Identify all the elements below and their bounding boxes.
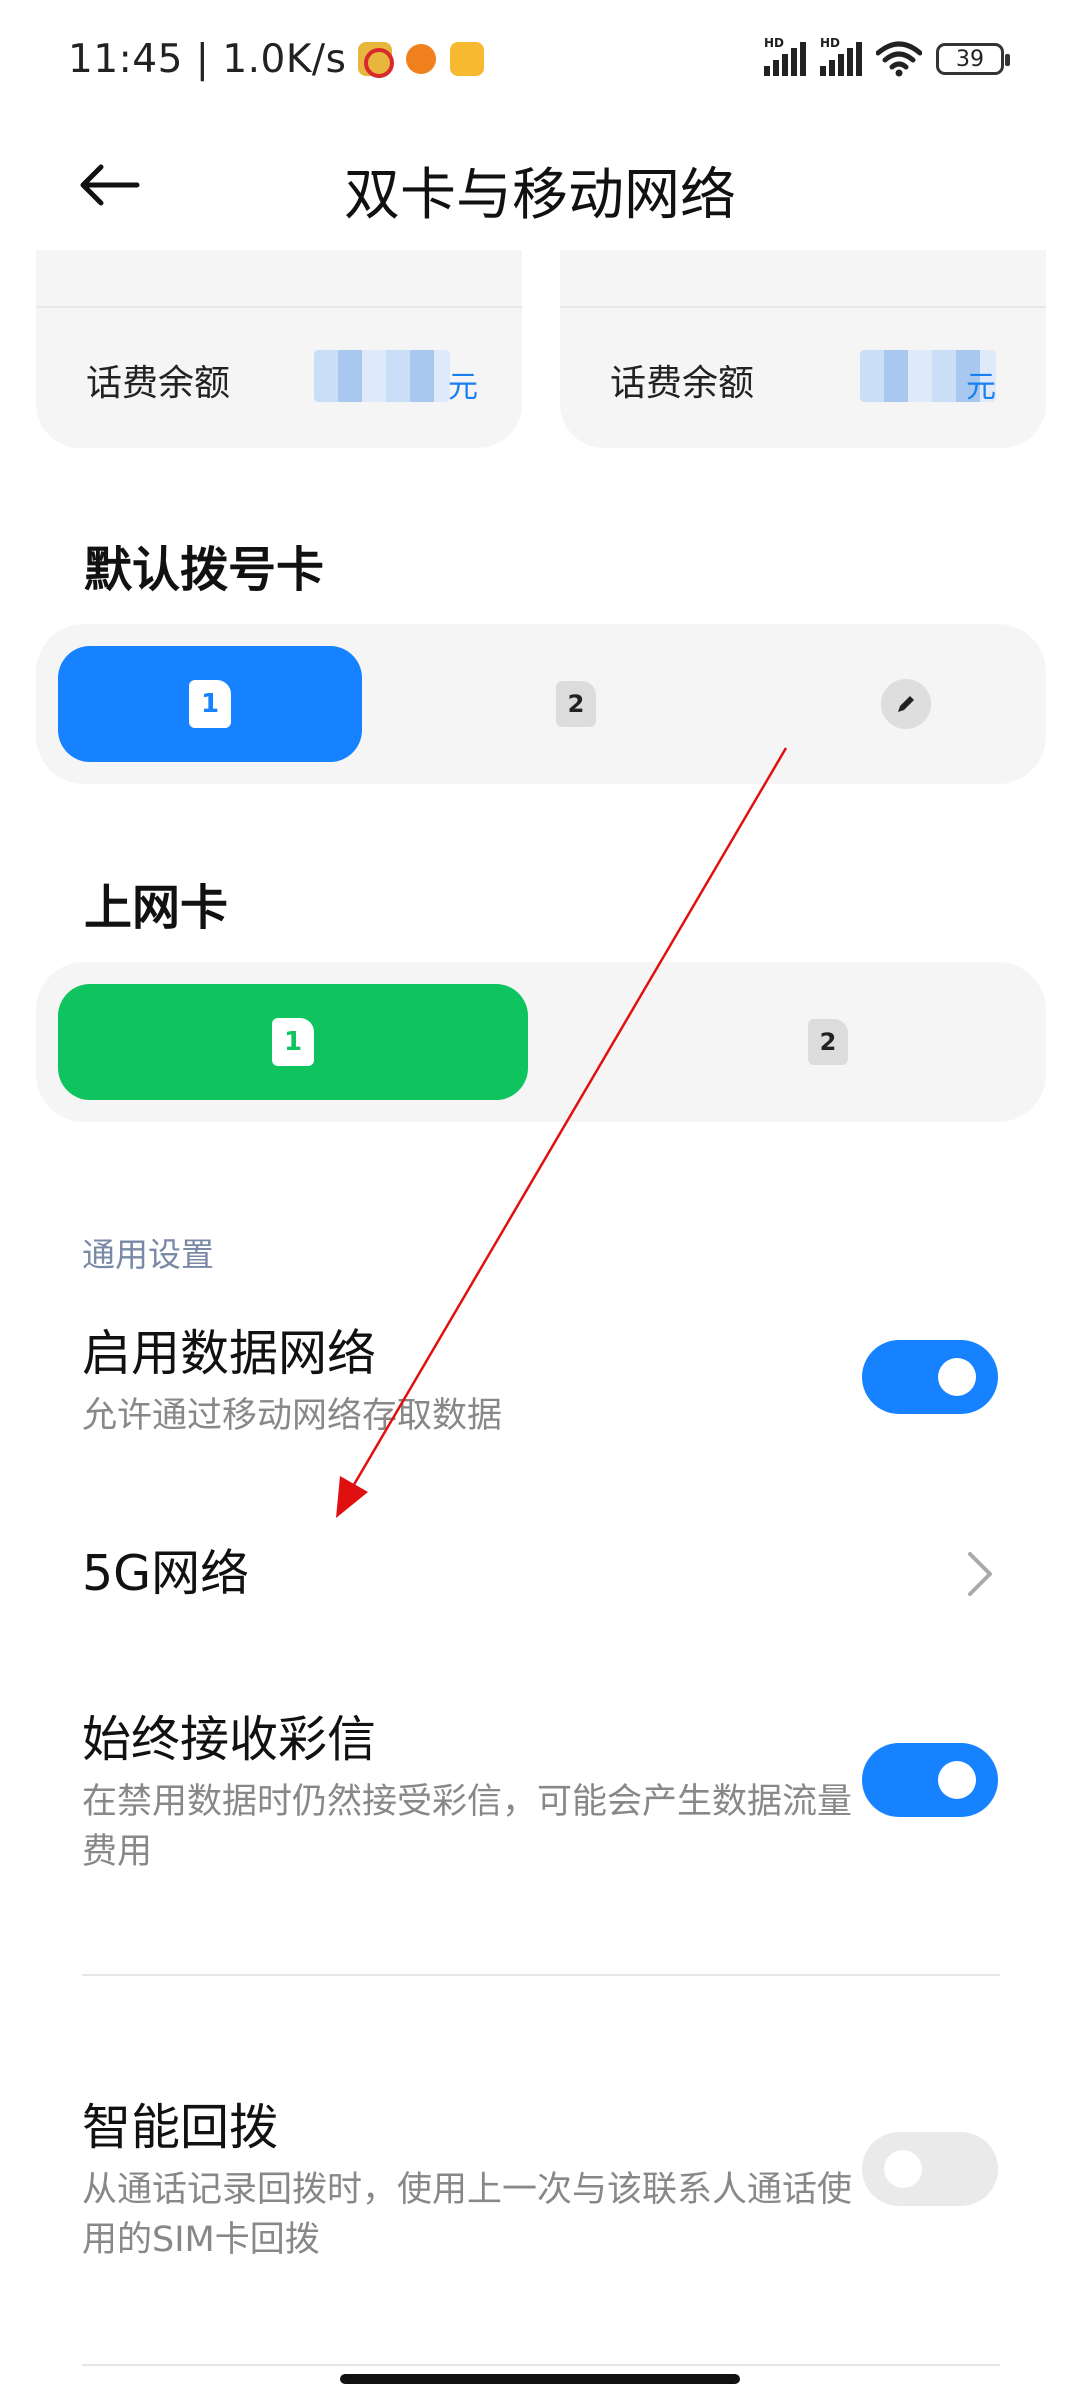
wifi-icon	[876, 41, 922, 77]
balance-label: 话费余额	[610, 363, 755, 404]
mobile-data-subtitle: 允许通过移动网络存取数据	[82, 1396, 503, 1436]
section-divider	[82, 2364, 1000, 2366]
smart-redial-title: 智能回拨	[82, 2099, 279, 2156]
pencil-icon	[881, 679, 931, 729]
card-divider	[36, 306, 522, 308]
toggle-knob	[938, 1761, 976, 1799]
home-indicator[interactable]	[340, 2374, 740, 2384]
dial-option-sim1[interactable]: 1	[58, 646, 362, 762]
chevron-right-icon	[968, 1552, 992, 1596]
network-5g-title: 5G网络	[82, 1545, 250, 1602]
telecom-icon	[358, 42, 395, 78]
balance-unit: 元	[448, 370, 478, 405]
page-title: 双卡与移动网络	[344, 163, 736, 228]
data-option-sim1[interactable]: 1	[58, 984, 528, 1100]
battery-level: 39	[956, 46, 984, 72]
balance-value-blurred	[314, 350, 450, 402]
default-dial-selector: 1 2	[36, 624, 1046, 784]
card-divider	[560, 306, 1046, 308]
mms-subtitle: 在禁用数据时仍然接受彩信，可能会产生数据流量费用	[82, 1782, 853, 1872]
general-settings-label: 通用设置	[82, 1235, 214, 1274]
chat-app-icon	[450, 42, 485, 76]
sim2-icon: 2	[556, 681, 596, 727]
mobile-data-toggle[interactable]	[862, 1340, 998, 1414]
balance-unit: 元	[966, 370, 996, 405]
orange-app-icon	[404, 42, 438, 76]
data-sim-selector: 1 2	[36, 962, 1046, 1122]
status-bar: 11:45 | 1.0K/s HD HD 39	[0, 0, 1080, 118]
balance-card-sim1[interactable]: 话费余额 元	[36, 250, 522, 448]
section-divider	[82, 1974, 1000, 1976]
balance-card-sim2[interactable]: 话费余额 元	[560, 250, 1046, 448]
data-option-sim2[interactable]: 2	[768, 984, 888, 1100]
mms-title: 始终接收彩信	[82, 1711, 377, 1768]
smart-redial-subtitle: 从通话记录回拨时，使用上一次与该联系人通话使用的SIM卡回拨	[82, 2170, 853, 2260]
toggle-knob	[884, 2150, 922, 2188]
mms-toggle[interactable]	[862, 1743, 998, 1817]
header: 双卡与移动网络	[0, 118, 1080, 248]
sim1-icon: 1	[272, 1018, 314, 1066]
network-5g-row[interactable]: 5G网络	[82, 1534, 1002, 1605]
smart-redial-toggle[interactable]	[862, 2132, 998, 2206]
signal-sim1-icon: HD	[764, 36, 806, 76]
status-right: HD HD 39	[764, 36, 1010, 82]
status-time: 11:45 | 1.0K/s	[68, 36, 347, 82]
dial-option-ask[interactable]	[846, 646, 966, 762]
sim2-icon: 2	[808, 1019, 848, 1065]
signal-sim2-icon: HD	[820, 36, 862, 76]
data-sim-title: 上网卡	[84, 880, 229, 936]
dial-option-sim2[interactable]: 2	[516, 646, 636, 762]
default-dial-title: 默认拨号卡	[84, 542, 325, 598]
balance-label: 话费余额	[86, 363, 231, 404]
sim1-icon: 1	[189, 680, 231, 728]
toggle-knob	[938, 1358, 976, 1396]
status-left: 11:45 | 1.0K/s	[68, 34, 485, 84]
battery-icon: 39	[936, 43, 1010, 75]
